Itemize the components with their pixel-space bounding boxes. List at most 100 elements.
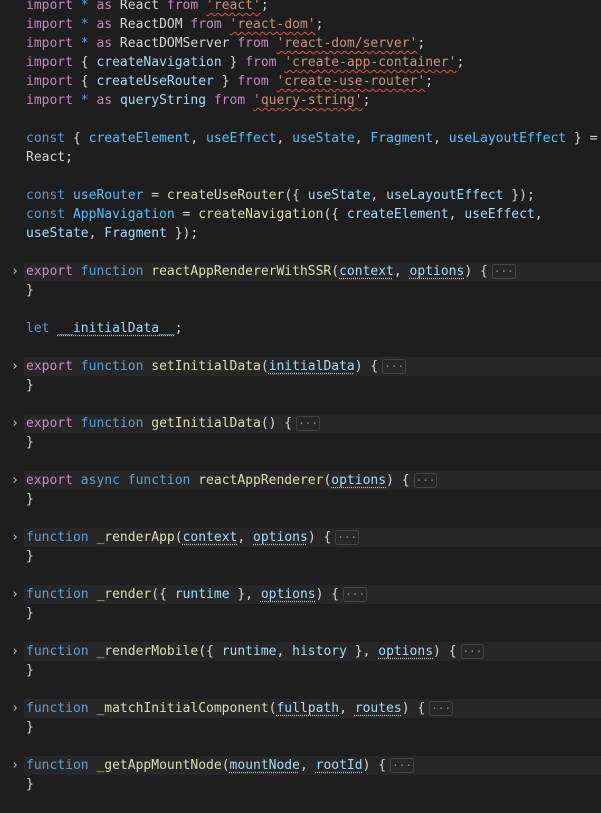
code-text: } — [26, 376, 34, 395]
code-text: } — [26, 547, 34, 566]
code-line[interactable]: } — [0, 376, 601, 395]
code-token: { — [72, 55, 97, 70]
code-line[interactable]: › function _getAppMountNode(mountNode, ro… — [0, 756, 601, 775]
code-token: function — [26, 701, 89, 716]
folded-region-marker[interactable]: ··· — [390, 758, 414, 773]
code-token: createNavigation — [96, 55, 222, 70]
code-line[interactable] — [0, 110, 601, 129]
code-token: function — [127, 473, 191, 488]
code-token: , — [237, 530, 254, 545]
code-line[interactable]: › function _renderMobile({ runtime, histo… — [0, 642, 601, 661]
code-token: * — [80, 36, 89, 51]
code-token: createNavigation — [198, 207, 324, 222]
folded-region-marker[interactable]: ··· — [491, 264, 516, 279]
code-line[interactable]: › function _matchInitialComponent(fullpat… — [0, 699, 601, 718]
code-line[interactable]: } — [0, 775, 601, 794]
chevron-right-icon[interactable]: › — [9, 357, 21, 376]
code-line[interactable]: } — [0, 281, 601, 300]
code-token: ; — [362, 93, 371, 108]
chevron-right-icon[interactable]: › — [9, 642, 21, 661]
chevron-right-icon[interactable]: › — [9, 414, 21, 433]
code-line[interactable] — [0, 566, 601, 585]
code-line[interactable]: import { createNavigation } from 'create… — [0, 53, 601, 72]
code-line[interactable]: let __initialData__; — [0, 319, 601, 338]
chevron-right-icon[interactable]: › — [9, 699, 21, 718]
code-line[interactable]: const AppNavigation = createNavigation({… — [0, 205, 601, 224]
code-line[interactable]: › export function reactAppRendererWithSSR… — [0, 262, 601, 281]
chevron-right-icon[interactable]: › — [9, 528, 21, 547]
code-token: { — [65, 131, 89, 146]
code-token: function — [26, 530, 89, 545]
code-line[interactable]: › export function setInitialData(initialD… — [0, 357, 601, 376]
code-token: , — [370, 188, 387, 203]
code-line[interactable]: import * as React from 'react'; — [0, 0, 601, 15]
code-token: queryString — [119, 93, 207, 108]
code-line[interactable] — [0, 680, 601, 699]
code-token: ) { — [433, 644, 457, 659]
code-token: createElement — [88, 131, 191, 146]
code-token: function — [80, 416, 144, 431]
code-text: export function getInitialData() {··· — [26, 414, 321, 433]
code-line[interactable] — [0, 300, 601, 319]
code-token: ; — [260, 0, 269, 13]
chevron-right-icon[interactable]: › — [9, 756, 21, 775]
code-line[interactable]: import * as ReactDOMServer from 'react-d… — [0, 34, 601, 53]
code-line[interactable] — [0, 243, 601, 262]
code-line[interactable]: › function _render({ runtime }, options) … — [0, 585, 601, 604]
code-line[interactable] — [0, 452, 601, 471]
code-token: import — [26, 74, 73, 89]
folded-region-marker[interactable]: ··· — [296, 416, 321, 431]
folded-region-marker[interactable]: ··· — [413, 473, 438, 488]
code-editor[interactable]: import * as React from 'react'; import * … — [0, 0, 601, 794]
code-line[interactable]: } — [0, 490, 601, 509]
folded-region-marker[interactable]: ··· — [343, 587, 367, 602]
code-token: ReactDOMServer — [112, 36, 238, 51]
code-line[interactable] — [0, 338, 601, 357]
code-line[interactable]: › export function getInitialData() {··· — [0, 414, 601, 433]
folded-region-marker[interactable]: ··· — [460, 644, 485, 659]
code-token: , — [299, 758, 316, 773]
code-token: context — [182, 530, 238, 545]
code-token: from — [237, 36, 269, 51]
code-token: } — [26, 283, 34, 298]
code-line[interactable]: } — [0, 604, 601, 623]
code-line[interactable]: } — [0, 718, 601, 737]
code-token: ) { — [307, 530, 332, 545]
code-line[interactable] — [0, 509, 601, 528]
code-token: } — [221, 55, 246, 70]
code-line[interactable]: React; — [0, 148, 601, 167]
code-line[interactable] — [0, 395, 601, 414]
code-token: , — [339, 701, 355, 716]
code-line[interactable] — [0, 623, 601, 642]
code-token: 'react-dom/server' — [276, 36, 418, 51]
code-line[interactable]: } — [0, 661, 601, 680]
code-line[interactable]: } — [0, 547, 601, 566]
code-token: options — [260, 587, 316, 602]
folded-region-marker[interactable]: ··· — [335, 530, 360, 545]
code-line[interactable] — [0, 167, 601, 186]
code-token: } — [26, 549, 34, 564]
code-line[interactable]: › export async function reactAppRenderer(… — [0, 471, 601, 490]
chevron-right-icon[interactable]: › — [9, 471, 21, 490]
folded-region-marker[interactable]: ··· — [429, 701, 454, 716]
code-line[interactable]: import * as ReactDOM from 'react-dom'; — [0, 15, 601, 34]
code-line[interactable]: const useRouter = createUseRouter({ useS… — [0, 186, 601, 205]
code-line[interactable]: const { createElement, useEffect, useSta… — [0, 129, 601, 148]
folded-region-marker[interactable]: ··· — [382, 359, 407, 374]
code-line[interactable]: } — [0, 433, 601, 452]
code-line[interactable] — [0, 737, 601, 756]
chevron-right-icon[interactable]: › — [9, 585, 21, 604]
code-line[interactable]: useState, Fragment }); — [0, 224, 601, 243]
code-line[interactable]: import * as queryString from 'query-stri… — [0, 91, 601, 110]
code-line[interactable]: import { createUseRouter } from 'create-… — [0, 72, 601, 91]
code-line[interactable]: › function _renderApp(context, options) {… — [0, 528, 601, 547]
chevron-right-icon[interactable]: › — [9, 262, 21, 281]
code-token: , — [276, 644, 293, 659]
code-token: }); — [166, 226, 199, 241]
code-text: import * as ReactDOM from 'react-dom'; — [26, 15, 323, 34]
